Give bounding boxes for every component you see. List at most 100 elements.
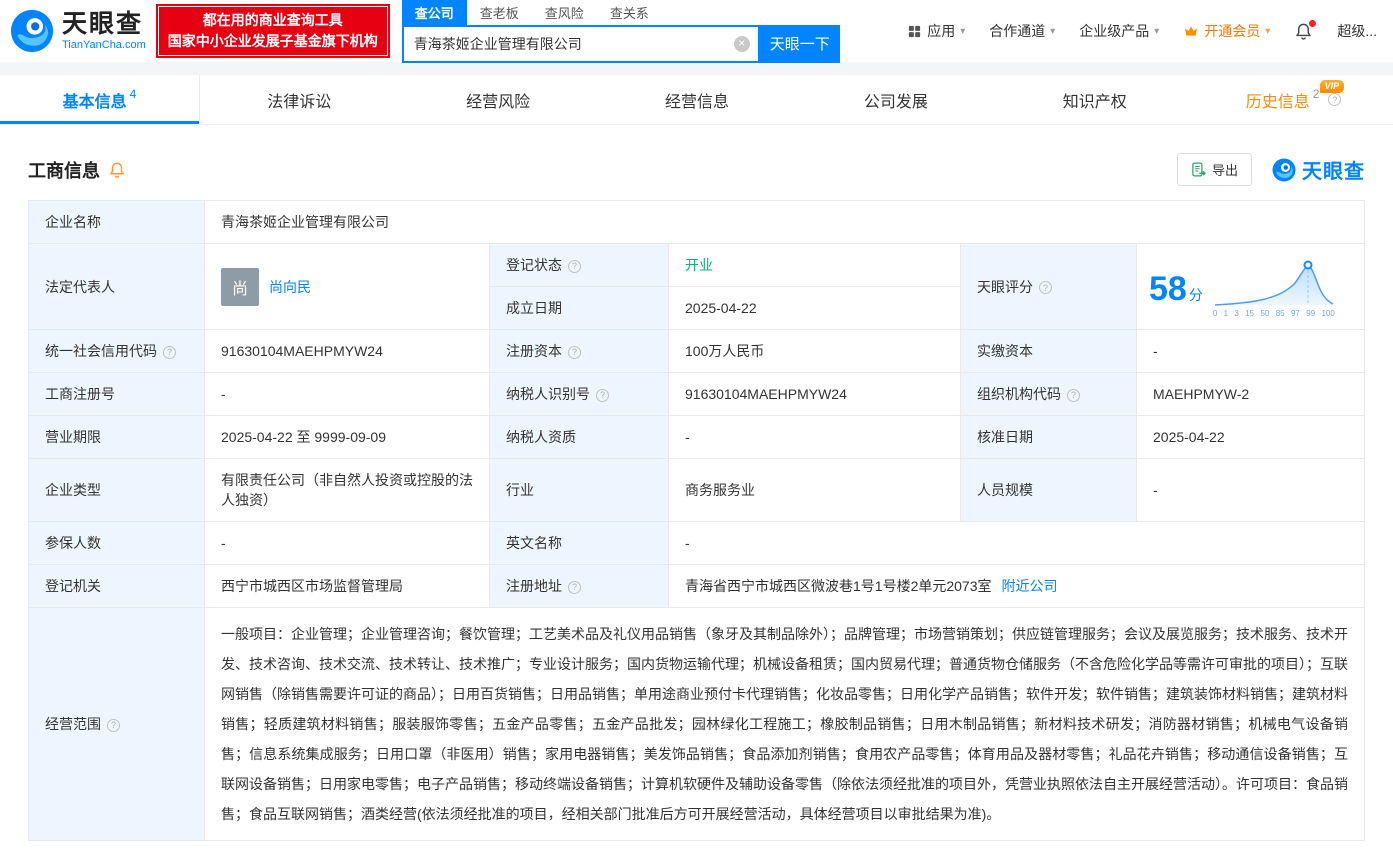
row-term-approve: 营业期限 2025-04-22 至 9999-09-09 纳税人资质 - 核准日… [29, 416, 1365, 459]
label-company-type: 企业类型 [29, 459, 205, 522]
label-reg-status: 登记状态? [490, 244, 669, 287]
top-menu: 应用 ▾ 合作通道 ▾ 企业级产品 ▾ 开通会员 ▾ 超级... [907, 21, 1377, 41]
notification-dot [1309, 20, 1316, 27]
row-type-industry: 企业类型 有限责任公司（非自然人投资或控股的法人独资） 行业 商务服务业 人员规… [29, 459, 1365, 522]
search-tab-boss[interactable]: 查老板 [467, 0, 532, 25]
menu-apps-label: 应用 [927, 21, 955, 41]
search-tab-risk[interactable]: 查风险 [532, 0, 597, 25]
value-industry: 商务服务业 [669, 459, 961, 522]
label-english-name: 英文名称 [490, 522, 669, 565]
value-company-name: 青海茶姬企业管理有限公司 [205, 201, 1365, 244]
tab-basic-info[interactable]: 基本信息 4 [0, 75, 200, 124]
apps-grid-icon [907, 24, 922, 39]
tab-history-info[interactable]: VIP 历史信息 2 ? [1194, 75, 1393, 124]
help-icon[interactable]: ? [1328, 93, 1341, 106]
value-reg-no: - [205, 373, 490, 416]
help-icon[interactable]: ? [1067, 389, 1080, 402]
help-icon[interactable]: ? [107, 719, 120, 732]
value-staff-size: - [1137, 459, 1365, 522]
help-icon[interactable]: ? [568, 581, 581, 594]
address-text: 青海省西宁市城西区微波巷1号1号楼2单元2073室 [685, 576, 992, 596]
score-axis-ticks: 0131550859799100 [1213, 309, 1335, 318]
vip-badge: VIP [1320, 80, 1345, 93]
business-info-table: 企业名称 青海茶姬企业管理有限公司 法定代表人 尚 尚向民 登记状态? 开业 天… [28, 200, 1365, 841]
label-business-term: 营业期限 [29, 416, 205, 459]
legal-rep-link[interactable]: 尚向民 [269, 277, 311, 297]
value-paid-capital: - [1137, 330, 1365, 373]
value-credit-code: 91630104MAEHPMYW24 [205, 330, 490, 373]
tianyancha-logo-icon [10, 9, 54, 53]
search-input[interactable] [404, 27, 758, 61]
promo-line-1: 都在用的商业查询工具 [168, 10, 378, 31]
search-tabs: 查公司 查老板 查风险 查关系 [402, 0, 840, 25]
value-org-code: MAEHPMYW-2 [1137, 373, 1365, 416]
nearby-companies-link[interactable]: 附近公司 [1002, 576, 1058, 596]
label-establish-date: 成立日期 [490, 287, 669, 330]
help-icon[interactable]: ? [163, 346, 176, 359]
label-reg-address: 注册地址? [490, 565, 669, 608]
score-value-link[interactable]: 58 [1149, 272, 1187, 306]
tab-operational-risk[interactable]: 经营风险 [399, 75, 598, 124]
help-icon[interactable]: ? [568, 346, 581, 359]
help-icon[interactable]: ? [596, 389, 609, 402]
brand-domain: TianYanCha.com [62, 39, 146, 51]
value-reg-address: 青海省西宁市城西区微波巷1号1号楼2单元2073室 附近公司 [669, 565, 1365, 608]
brand-name: 天眼查 [62, 12, 146, 37]
row-business-scope: 经营范围? 一般项目：企业管理；企业管理咨询；餐饮管理；工艺美术品及礼仪用品销售… [29, 608, 1365, 841]
tab-legal-proceedings[interactable]: 法律诉讼 [200, 75, 399, 124]
score-distribution-chart: 0131550859799100 [1213, 260, 1335, 318]
notifications-bell-icon[interactable] [1294, 22, 1313, 41]
monitor-bell-icon[interactable] [108, 161, 126, 179]
promo-badge: 都在用的商业查询工具 国家中小企业发展子基金旗下机构 [156, 4, 390, 58]
search-area: 查公司 查老板 查风险 查关系 × 天眼一下 [402, 0, 840, 63]
value-taxpayer-no: 91630104MAEHPMYW24 [669, 373, 961, 416]
value-english-name: - [669, 522, 1365, 565]
header-divider-strip [0, 62, 1393, 75]
chevron-down-icon: ▾ [1154, 26, 1159, 37]
label-staff-size: 人员规模 [961, 459, 1137, 522]
label-reg-org: 登记机关 [29, 565, 205, 608]
tab-count-badge: 4 [130, 87, 137, 101]
search-tab-company[interactable]: 查公司 [402, 0, 467, 25]
row-regorg-address: 登记机关 西宁市城西区市场监督管理局 注册地址? 青海省西宁市城西区微波巷1号1… [29, 565, 1365, 608]
legal-rep-avatar[interactable]: 尚 [221, 268, 259, 306]
export-excel-icon [1191, 162, 1206, 177]
label-reg-capital: 注册资本? [490, 330, 669, 373]
row-regno-taxpayer: 工商注册号 - 纳税人识别号? 91630104MAEHPMYW24 组织机构代… [29, 373, 1365, 416]
chevron-down-icon: ▾ [1265, 26, 1270, 37]
menu-item-apps[interactable]: 应用 ▾ [907, 21, 965, 41]
value-legal-rep: 尚 尚向民 [205, 244, 490, 330]
label-business-scope: 经营范围? [29, 608, 205, 841]
export-button[interactable]: 导出 [1177, 153, 1252, 186]
value-company-type: 有限责任公司（非自然人投资或控股的法人独资） [205, 459, 490, 522]
label-industry: 行业 [490, 459, 669, 522]
row-insured-english: 参保人数 - 英文名称 - [29, 522, 1365, 565]
value-reg-org: 西宁市城西区市场监督管理局 [205, 565, 490, 608]
label-taxpayer-no: 纳税人识别号? [490, 373, 669, 416]
menu-item-enterprise[interactable]: 企业级产品 ▾ [1079, 21, 1159, 41]
menu-item-cooperation[interactable]: 合作通道 ▾ [989, 21, 1055, 41]
search-button[interactable]: 天眼一下 [760, 25, 840, 63]
tab-business-info[interactable]: 经营信息 [598, 75, 797, 124]
top-header: 天眼查 TianYanCha.com 都在用的商业查询工具 国家中小企业发展子基… [0, 0, 1393, 62]
section-header: 工商信息 导出 天眼查 [0, 125, 1393, 200]
menu-item-super-vip[interactable]: 超级... [1337, 21, 1377, 41]
label-company-name: 企业名称 [29, 201, 205, 244]
company-nav-tabs: 基本信息 4 法律诉讼 经营风险 经营信息 公司发展 知识产权 VIP 历史信息… [0, 75, 1393, 125]
watermark-brand-text: 天眼查 [1302, 155, 1365, 184]
search-tab-relation[interactable]: 查关系 [597, 0, 662, 25]
score-unit[interactable]: 分 [1189, 285, 1203, 305]
clear-search-icon[interactable]: × [734, 36, 750, 52]
help-icon[interactable]: ? [1039, 281, 1052, 294]
tianyancha-logo[interactable]: 天眼查 TianYanCha.com [10, 9, 146, 53]
tab-intellectual-property[interactable]: 知识产权 [995, 75, 1194, 124]
tab-company-development[interactable]: 公司发展 [796, 75, 995, 124]
help-icon[interactable]: ? [568, 260, 581, 273]
label-insured-num: 参保人数 [29, 522, 205, 565]
value-approve-date: 2025-04-22 [1137, 416, 1365, 459]
row-credit-capital: 统一社会信用代码? 91630104MAEHPMYW24 注册资本? 100万人… [29, 330, 1365, 373]
promo-line-2: 国家中小企业发展子基金旗下机构 [168, 31, 378, 52]
row-company-name: 企业名称 青海茶姬企业管理有限公司 [29, 201, 1365, 244]
menu-item-membership[interactable]: 开通会员 ▾ [1183, 21, 1270, 41]
crown-icon [1183, 23, 1199, 39]
